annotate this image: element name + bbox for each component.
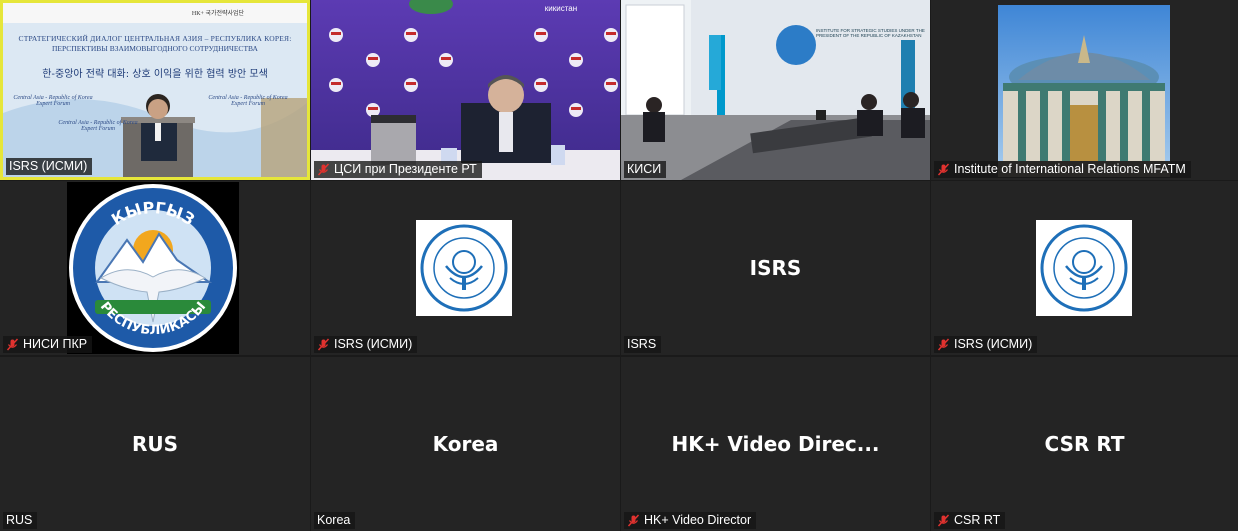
participant-label: КИСИ xyxy=(624,161,667,178)
sponsor-logo-text: HK+ 국가전략사업단 xyxy=(191,11,245,17)
participant-name: Institute of International Relations MFA… xyxy=(954,162,1186,176)
mic-muted-icon xyxy=(317,337,330,351)
video-grid: СТРАТЕГИЧЕСКИЙ ДИАЛОГ ЦЕНТРАЛЬНАЯ АЗИЯ –… xyxy=(0,0,1238,531)
mic-muted-icon xyxy=(6,337,19,351)
forum-text: Central Asia - Republic of Korea Expert … xyxy=(208,95,288,107)
participant-name: CSR RT xyxy=(954,513,1001,527)
participant-label: Korea xyxy=(314,512,356,529)
participant-label: ISRS xyxy=(624,336,662,353)
participant-display-name: ISRS xyxy=(749,256,802,280)
isrs-logo xyxy=(1036,220,1132,316)
emblem-bottom-text: РЕСПУБЛИКАСЫ xyxy=(97,299,209,338)
participant-tile-csi-rt[interactable]: кикистан ЦСИ при Президенте РТ xyxy=(311,0,620,180)
participant-tile-isrs-logo-2[interactable]: ISRS (ИСМИ) xyxy=(931,181,1238,355)
participant-label: Institute of International Relations MFA… xyxy=(934,161,1191,178)
wall-banner-text: кикистан xyxy=(544,4,578,13)
participant-display-name: Korea xyxy=(432,432,499,456)
banner-title-line1: СТРАТЕГИЧЕСКИЙ ДИАЛОГ ЦЕНТРАЛЬНАЯ АЗИЯ –… xyxy=(18,34,292,43)
kyrgyz-emblem-text: КЫРГЫЗ РЕСПУБЛИКАСЫ xyxy=(97,198,209,338)
participant-label: ЦСИ при Президенте РТ xyxy=(314,161,482,178)
video-feed: СТРАТЕГИЧЕСКИЙ ДИАЛОГ ЦЕНТРАЛЬНАЯ АЗИЯ –… xyxy=(3,3,307,177)
participant-display-name: RUS xyxy=(131,432,179,456)
participant-label: ISRS (ИСМИ) xyxy=(934,336,1038,353)
participant-name: ISRS (ИСМИ) xyxy=(334,337,413,351)
participant-name: Korea xyxy=(317,513,351,527)
participant-tile-isrs-logo-1[interactable]: ISRS (ИСМИ) xyxy=(311,181,620,355)
mic-muted-icon xyxy=(937,513,950,527)
wall-institute-text: INSTITUTE FOR STRATEGIC STUDIES UNDER TH… xyxy=(816,28,925,38)
participant-name: ЦСИ при Президенте РТ xyxy=(334,162,477,176)
participant-label: CSR RT xyxy=(934,512,1006,529)
participant-label: RUS xyxy=(3,512,38,529)
conference-banner-scene xyxy=(3,3,307,177)
participant-name: HK+ Video Director xyxy=(644,513,752,527)
building-photo xyxy=(998,5,1170,177)
svg-text:РЕСПУБЛИКАСЫ: РЕСПУБЛИКАСЫ xyxy=(97,299,209,338)
participant-tile-iir-mfatm[interactable]: Institute of International Relations MFA… xyxy=(931,0,1238,180)
participant-name: КИСИ xyxy=(627,162,662,176)
participant-tile-isrs[interactable]: ISRS ISRS xyxy=(621,181,930,355)
mic-muted-icon xyxy=(317,162,330,176)
participant-label: НИСИ ПКР xyxy=(3,336,93,353)
participant-tile-nisi-pkr[interactable]: КЫРГЫЗ РЕСПУБЛИКАСЫ НИСИ ПКР xyxy=(0,181,310,355)
participant-tile-hk-video-director[interactable]: HK+ Video Direc... HK+ Video Director xyxy=(621,357,930,531)
forum-text: Central Asia - Republic of Korea Expert … xyxy=(58,120,138,132)
participant-display-name: CSR RT xyxy=(1044,432,1125,456)
isrs-logo xyxy=(416,220,512,316)
participant-tile-csr-rt[interactable]: CSR RT CSR RT xyxy=(931,357,1238,531)
participant-label: HK+ Video Director xyxy=(624,512,757,529)
video-feed xyxy=(311,0,620,180)
participant-label: ISRS (ИСМИ) xyxy=(314,336,418,353)
video-feed xyxy=(621,0,930,180)
participant-label: ISRS (ИСМИ) xyxy=(6,158,93,175)
banner-title-korean: 한-중앙아 전략 대화: 상호 이익을 위한 협력 방안 모색 xyxy=(42,69,268,80)
banner-title-line2: ПЕРСПЕКТИВЫ ВЗАИМОВЫГОДНОГО СОТРУДНИЧЕСТ… xyxy=(52,44,258,53)
mic-muted-icon xyxy=(937,337,950,351)
participant-name: ISRS (ИСМИ) xyxy=(954,337,1033,351)
emblem-top-text: КЫРГЫЗ xyxy=(108,198,198,229)
participant-tile-rus[interactable]: RUS RUS xyxy=(0,357,310,531)
svg-text:КЫРГЫЗ: КЫРГЫЗ xyxy=(108,198,198,229)
participant-display-name: HK+ Video Direc... xyxy=(671,432,880,456)
mic-muted-icon xyxy=(627,513,640,527)
forum-text: Central Asia - Republic of Korea Expert … xyxy=(13,95,93,107)
participant-tile-kisi[interactable]: INSTITUTE FOR STRATEGIC STUDIES UNDER TH… xyxy=(621,0,930,180)
participant-name: НИСИ ПКР xyxy=(23,337,88,351)
isrs-logo-icon xyxy=(1040,224,1128,312)
participant-tile-isrs-active[interactable]: СТРАТЕГИЧЕСКИЙ ДИАЛОГ ЦЕНТРАЛЬНАЯ АЗИЯ –… xyxy=(0,0,310,180)
isrs-logo-icon xyxy=(420,224,508,312)
participant-name: RUS xyxy=(6,513,33,527)
mic-muted-icon xyxy=(937,162,950,176)
participant-name: ISRS (ИСМИ) xyxy=(9,159,88,173)
participant-tile-korea[interactable]: Korea Korea xyxy=(311,357,620,531)
participant-name: ISRS xyxy=(627,337,657,351)
